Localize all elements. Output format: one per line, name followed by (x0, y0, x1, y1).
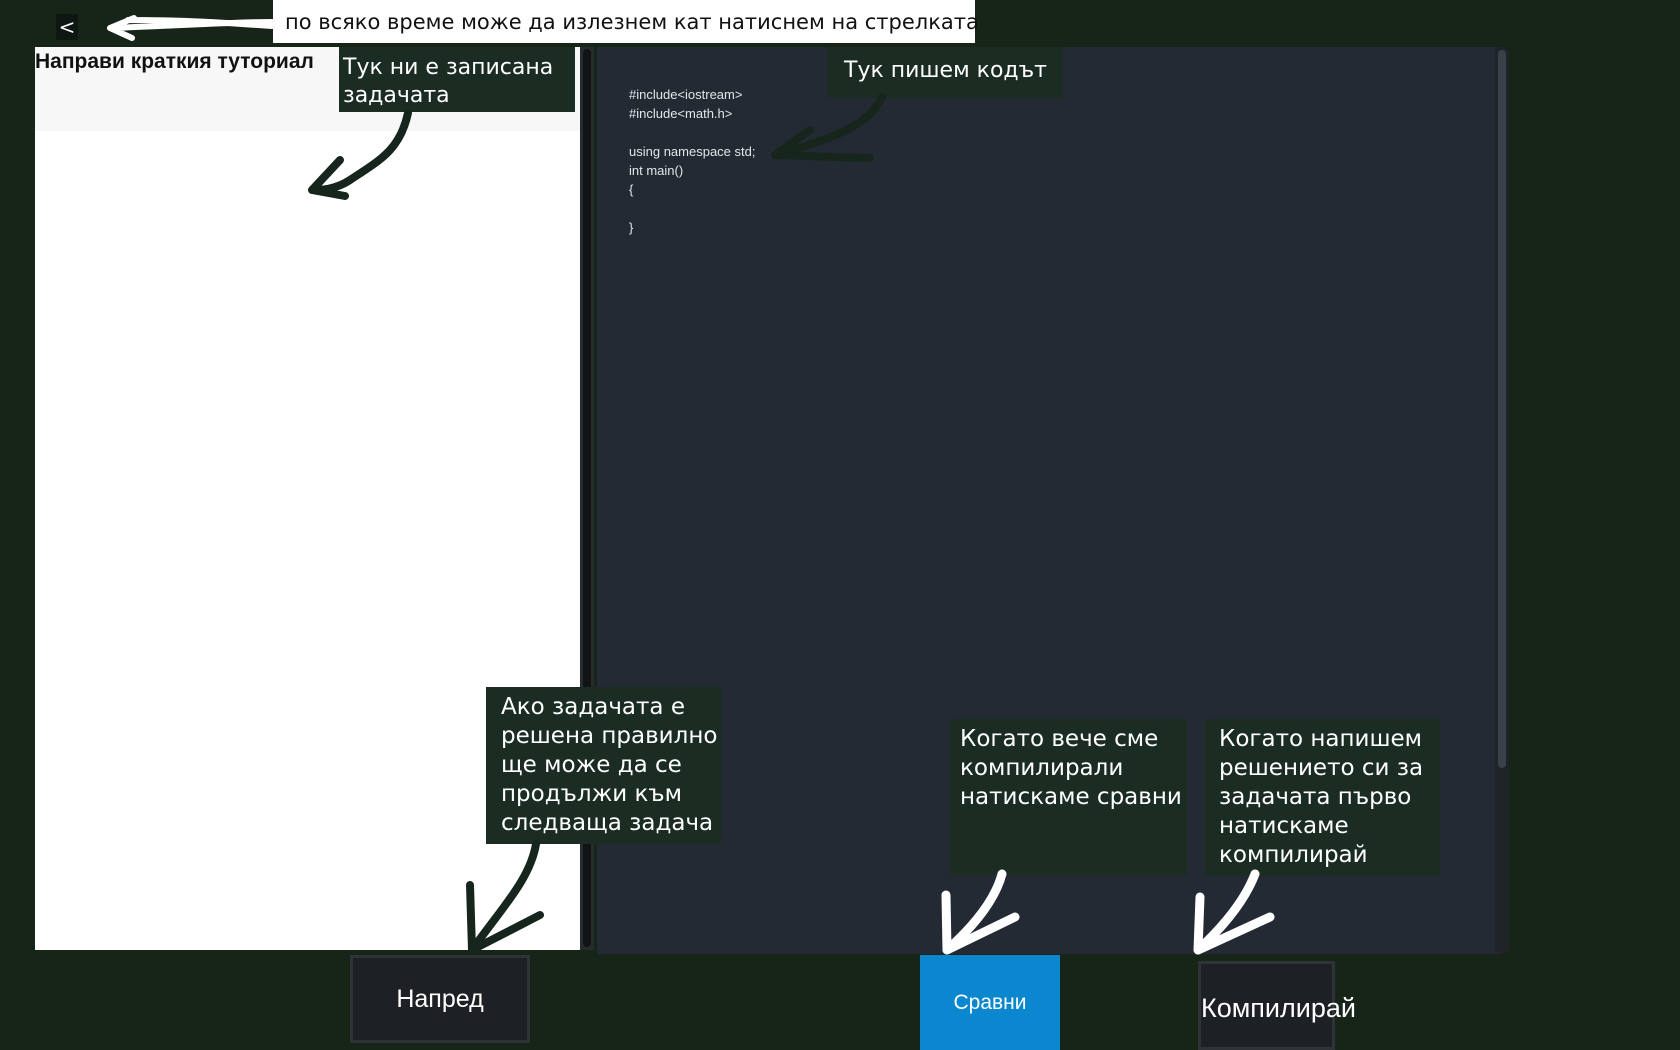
callout-line: решението си за (1219, 755, 1424, 781)
callout-line: Когато вече сме (960, 726, 1159, 752)
callout-line: продължи към (501, 781, 683, 807)
chevron-left-icon: < (58, 15, 76, 39)
callout-compare: Когато вече сме компилирали натискаме ср… (950, 719, 1187, 875)
callout-line: Ако задачата е (501, 694, 685, 720)
editor-scrollbar-thumb[interactable] (1498, 50, 1506, 768)
callout-line: следваща задача (501, 810, 714, 836)
callout-line: Тук пишем кодът (844, 58, 1047, 83)
callout-task: Тук ни е записана задачата (339, 47, 575, 112)
next-button[interactable]: Напред (350, 955, 530, 1043)
back-button[interactable]: < (56, 14, 78, 40)
code-text[interactable]: #include<iostream> #include<math.h> usin… (629, 85, 755, 237)
callout-code: Тук пишем кодът (827, 47, 1063, 98)
tutorial-screen: < по всяко време може да излезнем кат на… (0, 0, 1680, 1050)
callout-line: ще може да се (501, 752, 682, 778)
callout-line: компилирали (960, 755, 1124, 781)
top-note: по всяко време може да излезнем кат нати… (273, 0, 979, 43)
callout-line: Когато напишем (1219, 726, 1423, 752)
callout-line: задачата (343, 83, 450, 108)
callout-line: натискаме (1219, 813, 1349, 839)
task-title: Направи краткия туториал (35, 50, 314, 73)
arrow-back (107, 15, 275, 41)
callout-line: натискаме сравни (960, 784, 1182, 810)
callout-compile: Когато напишем решението си за задачата … (1205, 719, 1440, 876)
callout-line: Тук ни е записана (343, 55, 554, 80)
callout-line: задачата първо (1219, 784, 1412, 810)
compare-button[interactable]: Сравни (920, 955, 1060, 1050)
callout-line: решена правилно (501, 723, 718, 749)
callout-line: компилирай (1219, 842, 1368, 868)
callout-next: Ако задачата е решена правилно ще може д… (486, 687, 721, 844)
compile-button[interactable]: Компилирай (1198, 961, 1356, 1050)
